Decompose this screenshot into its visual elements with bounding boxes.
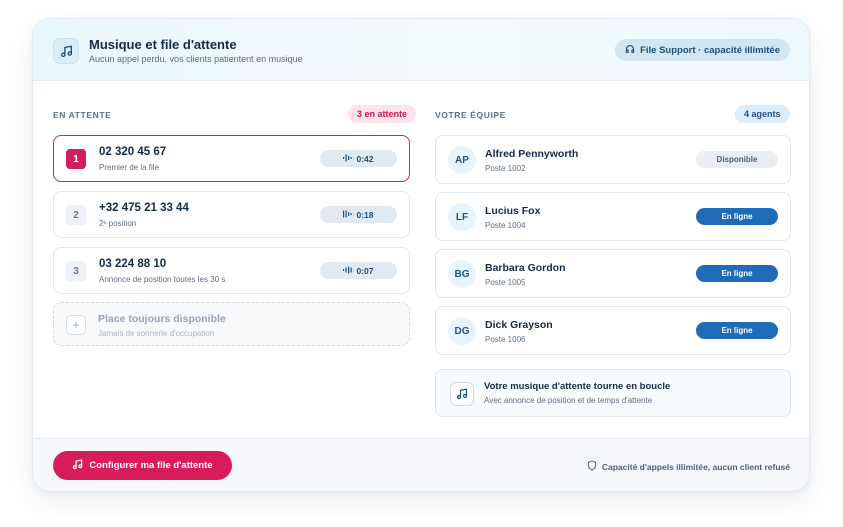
agent-name: Lucius Fox <box>485 205 541 217</box>
card-header: Musique et file d'attente Aucun appel pe… <box>33 19 809 81</box>
configure-queue-button[interactable]: Configurer ma file d'attente <box>53 451 232 480</box>
caller-phone: 03 224 88 10 <box>99 258 167 270</box>
queue-rank: 1 <box>66 149 86 169</box>
agent-row[interactable]: LF Lucius Fox Poste 1004 En ligne <box>435 192 791 241</box>
queue-rank: 2 <box>66 205 86 225</box>
wait-timer-value: 0:42 <box>356 153 374 164</box>
team-count-badge: 4 agents <box>735 105 790 123</box>
agent-extension: Poste 1002 <box>485 164 526 173</box>
music-note-icon <box>450 382 474 406</box>
agent-row[interactable]: BG Barbara Gordon Poste 1005 En ligne <box>435 249 791 298</box>
agent-extension: Poste 1005 <box>485 278 526 287</box>
hold-music-subtitle: Avec annonce de position et de temps d'a… <box>484 396 653 405</box>
wait-timer-value: 0:07 <box>356 265 374 276</box>
hold-music-info: Votre musique d'attente tourne en boucle… <box>435 369 791 417</box>
available-slot: + Place toujours disponible Jamais de so… <box>53 302 410 346</box>
wait-timer-value: 0:18 <box>356 209 374 220</box>
status-badge: En ligne <box>696 322 778 339</box>
wait-timer: 0:18 <box>320 206 397 223</box>
plus-icon: + <box>66 315 86 335</box>
waveform-icon <box>343 266 353 276</box>
status-badge: En ligne <box>696 265 778 282</box>
available-slot-subtitle: Jamais de sonnerie d'occupation <box>98 329 215 338</box>
caller-status: Premier de la file <box>99 163 160 172</box>
avatar: LF <box>448 203 476 231</box>
queue-badge[interactable]: File Support · capacité illimitée <box>615 39 790 61</box>
music-note-icon <box>72 458 83 473</box>
available-slot-title: Place toujours disponible <box>98 313 226 325</box>
capacity-note: Capacité d'appels illimitée, aucun clien… <box>587 460 790 473</box>
agent-row[interactable]: AP Alfred Pennyworth Poste 1002 Disponib… <box>435 135 791 184</box>
agent-extension: Poste 1006 <box>485 335 526 344</box>
agent-name: Dick Grayson <box>485 319 553 331</box>
avatar: AP <box>448 146 476 174</box>
team-section-label: VOTRE ÉQUIPE <box>435 110 506 120</box>
wait-timer: 0:42 <box>320 150 397 167</box>
queue-item[interactable]: 2 +32 475 21 33 44 2ᵉ position 0:18 <box>53 191 410 238</box>
caller-status: Annonce de position toutes les 30 s <box>99 275 226 284</box>
queue-section-label: EN ATTENTE <box>53 110 112 120</box>
wait-timer: 0:07 <box>320 262 397 279</box>
avatar: DG <box>448 317 476 345</box>
avatar: BG <box>448 260 476 288</box>
queue-card: Musique et file d'attente Aucun appel pe… <box>32 18 810 492</box>
music-note-icon <box>53 38 79 64</box>
status-badge: Disponible <box>696 151 778 168</box>
queue-rank: 3 <box>66 261 86 281</box>
waveform-icon <box>343 154 353 164</box>
queue-count-badge: 3 en attente <box>348 105 417 123</box>
queue-item[interactable]: 1 02 320 45 67 Premier de la file 0:42 <box>53 135 410 182</box>
queue-item[interactable]: 3 03 224 88 10 Annonce de position toute… <box>53 247 410 294</box>
page-title: Musique et file d'attente <box>89 37 237 52</box>
capacity-note-text: Capacité d'appels illimitée, aucun clien… <box>601 461 790 472</box>
configure-queue-label: Configurer ma file d'attente <box>89 460 213 471</box>
caller-phone: +32 475 21 33 44 <box>99 202 189 214</box>
shield-icon <box>587 460 597 473</box>
hold-music-title: Votre musique d'attente tourne en boucle <box>484 381 671 392</box>
caller-phone: 02 320 45 67 <box>99 146 167 158</box>
agent-row[interactable]: DG Dick Grayson Poste 1006 En ligne <box>435 306 791 355</box>
card-footer: Configurer ma file d'attente Capacité d'… <box>33 438 809 491</box>
agent-name: Alfred Pennyworth <box>485 148 579 160</box>
caller-status: 2ᵉ position <box>99 219 137 228</box>
status-badge: En ligne <box>696 208 778 225</box>
waveform-icon <box>343 210 353 220</box>
headset-icon <box>625 44 635 57</box>
agent-extension: Poste 1004 <box>485 221 526 230</box>
queue-badge-label: File Support · capacité illimitée <box>640 44 780 56</box>
agent-name: Barbara Gordon <box>485 262 566 274</box>
page-subtitle: Aucun appel perdu, vos clients patienten… <box>89 54 303 64</box>
